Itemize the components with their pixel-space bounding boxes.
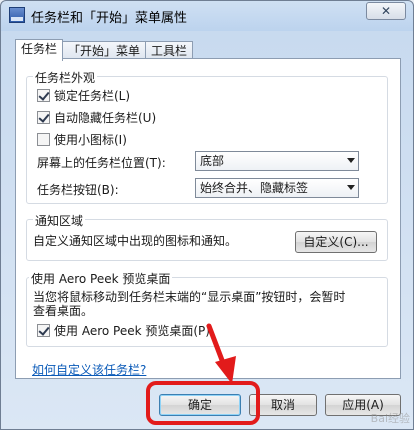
taskbar-app-icon (9, 7, 25, 23)
title-bar[interactable]: 任务栏和「开始」菜单属性 ✕ (1, 1, 413, 29)
buttons-label: 任务栏按钮(B): (37, 183, 119, 197)
buttons-select-value: 始终合并、隐藏标签 (200, 181, 309, 195)
position-select[interactable]: 底部 (195, 151, 359, 171)
aero-peek-label: 使用 Aero Peek 预览桌面(P) (54, 323, 210, 338)
customize-button[interactable]: 自定义(C)... (295, 231, 377, 253)
notification-group: 通知区域 自定义通知区域中出现的图标和通知。 自定义(C)... (26, 212, 388, 261)
lock-taskbar-checkbox[interactable] (37, 88, 50, 102)
tab-panel: 任务栏外观 锁定任务栏(L) 自动隐藏任务栏(U) 使用小图标(I) 屏幕上的任… (15, 58, 401, 379)
close-icon: ✕ (380, 4, 392, 18)
buttons-select[interactable]: 始终合并、隐藏标签 (195, 178, 359, 198)
aero-peek-description-line2: 查看桌面。 (33, 304, 94, 318)
chevron-down-icon (347, 158, 355, 163)
lock-taskbar-row[interactable]: 锁定任务栏(L) (37, 87, 130, 103)
appearance-group: 任务栏外观 锁定任务栏(L) 自动隐藏任务栏(U) 使用小图标(I) 屏幕上的任… (26, 69, 388, 204)
close-button[interactable]: ✕ (366, 2, 406, 20)
tab-taskbar[interactable]: 任务栏 (15, 39, 64, 61)
chevron-down-icon (347, 185, 355, 190)
aero-peek-group: 使用 Aero Peek 预览桌面 当您将鼠标移动到任务栏末端的“显示桌面”按钮… (26, 270, 388, 347)
window-title: 任务栏和「开始」菜单属性 (31, 11, 188, 26)
aero-peek-group-title: 使用 Aero Peek 预览桌面 (29, 270, 173, 287)
position-select-value: 底部 (200, 154, 225, 168)
auto-hide-label: 自动隐藏任务栏(U) (54, 110, 157, 125)
small-icons-checkbox[interactable] (37, 132, 50, 146)
auto-hide-checkbox[interactable] (37, 110, 50, 124)
ok-button-highlight (146, 381, 260, 425)
small-icons-row[interactable]: 使用小图标(I) (37, 131, 127, 147)
position-label: 屏幕上的任务栏位置(T): (37, 156, 166, 170)
notification-description: 自定义通知区域中出现的图标和通知。 (33, 234, 238, 248)
small-icons-label: 使用小图标(I) (54, 132, 127, 147)
lock-taskbar-label: 锁定任务栏(L) (54, 88, 131, 103)
watermark-text: Bai经验 (370, 412, 410, 425)
tab-strip: 任务栏 「开始」菜单 工具栏 (15, 39, 194, 61)
aero-peek-checkbox[interactable] (37, 323, 50, 337)
aero-peek-row[interactable]: 使用 Aero Peek 预览桌面(P) (37, 322, 210, 338)
help-link[interactable]: 如何自定义该任务栏? (32, 361, 146, 378)
notification-group-title: 通知区域 (33, 212, 86, 229)
properties-window: 任务栏和「开始」菜单属性 ✕ 任务栏 「开始」菜单 工具栏 任务栏外观 锁定任务… (0, 0, 414, 430)
appearance-group-title: 任务栏外观 (33, 69, 98, 86)
auto-hide-row[interactable]: 自动隐藏任务栏(U) (37, 109, 156, 125)
